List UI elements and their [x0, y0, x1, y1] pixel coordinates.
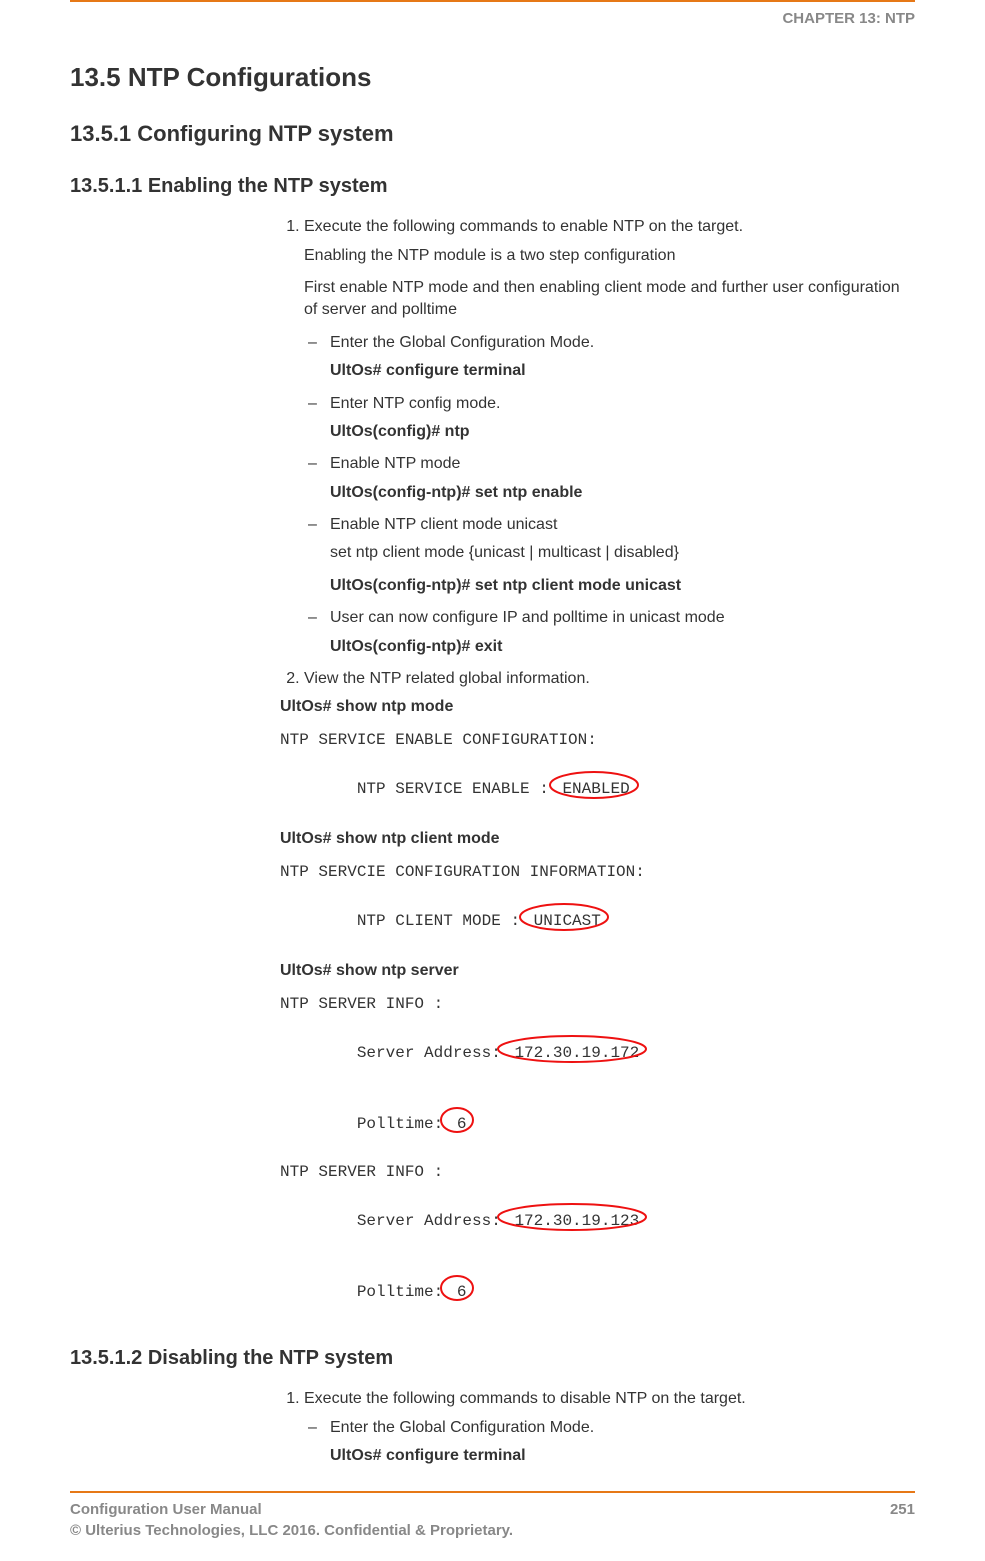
- output-line: NTP CLIENT MODE : UNICAST: [280, 887, 915, 954]
- chapter-label: CHAPTER 13: NTP: [70, 8, 915, 29]
- page-number: 251: [890, 1499, 915, 1520]
- dash-item: Enter NTP config mode. UltOs(config)# nt…: [304, 393, 915, 444]
- command-text: UltOs(config-ntp)# exit: [330, 636, 915, 658]
- show-cmd-2: UltOs# show ntp client mode: [280, 828, 915, 850]
- circle-icon: [447, 1108, 487, 1138]
- dash-item: Enable NTP client mode unicast set ntp c…: [304, 514, 915, 597]
- command-text: UltOs# configure terminal: [330, 360, 915, 382]
- step-1-para-1: Enabling the NTP module is a two step co…: [304, 245, 915, 267]
- output-line: NTP SERVER INFO :: [280, 1161, 915, 1183]
- dash-text: Enable NTP mode: [330, 455, 460, 472]
- dash-extra: set ntp client mode {unicast | multicast…: [330, 542, 915, 564]
- dash-text: Enable NTP client mode unicast: [330, 516, 557, 533]
- dash-text: User can now configure IP and polltime i…: [330, 609, 725, 626]
- dash-text: Enter the Global Configuration Mode.: [330, 334, 594, 351]
- step-1-para-2: First enable NTP mode and then enabling …: [304, 277, 915, 322]
- command-text: UltOs(config-ntp)# set ntp enable: [330, 482, 915, 504]
- heading-13-5: 13.5 NTP Configurations: [70, 59, 915, 95]
- circled-value: ENABLED: [558, 778, 633, 800]
- output-pre: NTP SERVICE ENABLE :: [357, 780, 559, 798]
- output-line: Server Address: 172.30.19.123: [280, 1188, 915, 1255]
- dash-item: Enter the Global Configuration Mode. Ult…: [304, 1417, 915, 1468]
- circled-text: ENABLED: [562, 780, 629, 798]
- show-cmd-3: UltOs# show ntp server: [280, 960, 915, 982]
- dash-item: Enable NTP mode UltOs(config-ntp)# set n…: [304, 453, 915, 504]
- command-text: UltOs(config-ntp)# set ntp client mode u…: [330, 575, 915, 597]
- footer-title: Configuration User Manual: [70, 1499, 513, 1520]
- step-1: Execute the following commands to enable…: [304, 216, 915, 658]
- footer: Configuration User Manual © Ulterius Tec…: [70, 1499, 915, 1541]
- circled-text: 172.30.19.172: [514, 1044, 639, 1062]
- heading-13-5-1: 13.5.1 Configuring NTP system: [70, 119, 915, 150]
- dash-text: Enter the Global Configuration Mode.: [330, 1419, 594, 1436]
- show-cmd-1: UltOs# show ntp mode: [280, 696, 915, 718]
- circled-value: UNICAST: [530, 910, 605, 932]
- output-line: NTP SERVCIE CONFIGURATION INFORMATION:: [280, 861, 915, 883]
- circled-text: 172.30.19.123: [514, 1212, 639, 1230]
- dash-item: Enter the Global Configuration Mode. Ult…: [304, 332, 915, 383]
- circled-value: 6: [453, 1113, 471, 1135]
- heading-13-5-1-2: 13.5.1.2 Disabling the NTP system: [70, 1344, 915, 1372]
- output-pre: NTP CLIENT MODE :: [357, 912, 530, 930]
- command-text: UltOs(config)# ntp: [330, 421, 915, 443]
- circle-icon: [447, 1276, 487, 1306]
- dash-text: Enter NTP config mode.: [330, 395, 500, 412]
- output-line: Polltime: 6: [280, 1259, 915, 1326]
- output-line: Server Address: 172.30.19.172: [280, 1019, 915, 1086]
- circled-value: 6: [453, 1281, 471, 1303]
- output-pre: Server Address:: [357, 1044, 511, 1062]
- sec2-step-1: Execute the following commands to disabl…: [304, 1388, 915, 1467]
- output-pre: Polltime:: [357, 1115, 453, 1133]
- step-2-text: View the NTP related global information.: [304, 670, 590, 687]
- circled-text: 6: [457, 1115, 467, 1133]
- bottom-rule: [70, 1491, 915, 1493]
- footer-copyright: © Ulterius Technologies, LLC 2016. Confi…: [70, 1520, 513, 1541]
- output-pre: Polltime:: [357, 1283, 453, 1301]
- dash-item: User can now configure IP and polltime i…: [304, 607, 915, 658]
- circled-value: 172.30.19.172: [510, 1042, 643, 1064]
- command-text: UltOs# configure terminal: [330, 1445, 915, 1467]
- output-line: NTP SERVICE ENABLE : ENABLED: [280, 755, 915, 822]
- sec2-step-1-text: Execute the following commands to disabl…: [304, 1390, 746, 1407]
- output-line: Polltime: 6: [280, 1090, 915, 1157]
- step-1-text: Execute the following commands to enable…: [304, 218, 743, 235]
- output-line: NTP SERVER INFO :: [280, 993, 915, 1015]
- heading-13-5-1-1: 13.5.1.1 Enabling the NTP system: [70, 172, 915, 200]
- circled-text: UNICAST: [534, 912, 601, 930]
- step-2: View the NTP related global information.: [304, 668, 915, 690]
- circled-text: 6: [457, 1283, 467, 1301]
- top-rule: [70, 0, 915, 2]
- output-pre: Server Address:: [357, 1212, 511, 1230]
- circled-value: 172.30.19.123: [510, 1210, 643, 1232]
- output-line: NTP SERVICE ENABLE CONFIGURATION:: [280, 729, 915, 751]
